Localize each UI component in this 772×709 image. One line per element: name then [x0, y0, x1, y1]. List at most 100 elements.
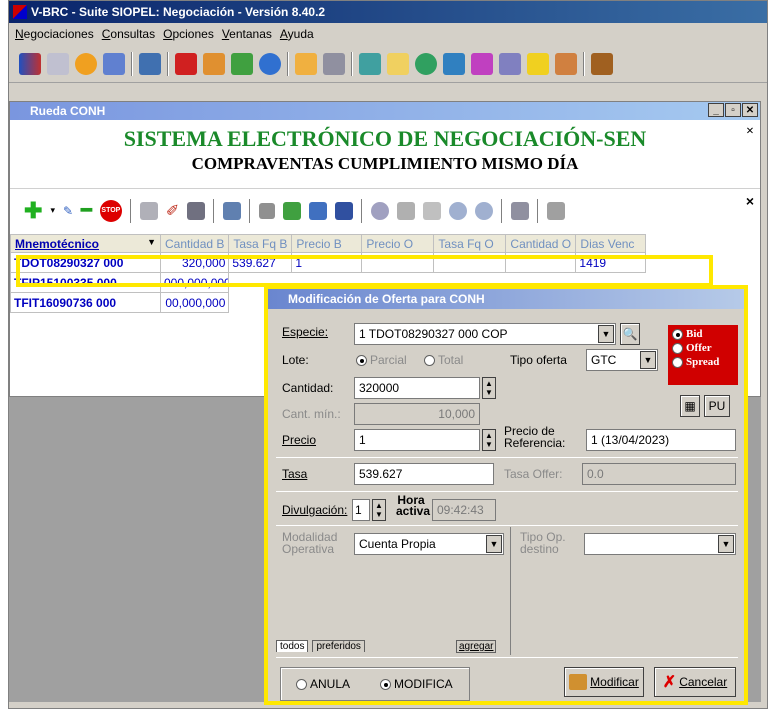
settings-icon[interactable]	[371, 201, 390, 220]
lote-label: Lote:	[282, 353, 309, 367]
bar-chart-icon[interactable]	[335, 201, 354, 220]
minimize-button[interactable]: _	[708, 103, 724, 117]
modifica-radio[interactable]: MODIFICA	[380, 677, 453, 691]
calculator-icon[interactable]	[511, 201, 530, 220]
tipo-oferta-label: Tipo oferta	[510, 353, 567, 367]
col-cantidad-b[interactable]: Cantidad B	[159, 234, 230, 253]
columns-icon[interactable]	[223, 201, 242, 220]
coins-icon[interactable]	[75, 52, 97, 75]
bid-radio[interactable]: Bid	[672, 328, 734, 340]
modalidad-label: Modalidad Operativa	[282, 530, 338, 556]
graduation-icon[interactable]	[499, 52, 521, 75]
anula-radio[interactable]: ANULA	[296, 677, 350, 691]
close-button[interactable]: ✕	[742, 103, 758, 117]
minus-icon[interactable]: ━	[81, 200, 92, 221]
flag-icon[interactable]	[443, 52, 465, 75]
square-icon[interactable]	[259, 202, 276, 219]
filter-icon[interactable]	[547, 201, 566, 220]
divulgacion-stepper[interactable]: ▲ ▼	[372, 499, 386, 521]
add-icon[interactable]: ✚	[24, 198, 42, 224]
transfer-icon[interactable]	[397, 201, 416, 220]
grid-close-icon[interactable]: ×	[746, 193, 754, 209]
list-icon[interactable]	[139, 52, 161, 75]
dropdown-arrow-icon[interactable]: ▾	[50, 205, 55, 216]
tab-preferidos[interactable]: preferidos	[312, 640, 365, 652]
tag-icon[interactable]	[423, 201, 442, 220]
cell-cantidad-b: 00,000,000	[159, 292, 230, 313]
chevron-down-icon: ▼	[486, 535, 502, 553]
menubar: Negociaciones Consultas Opciones Ventana…	[9, 23, 767, 45]
line-chart-icon[interactable]	[309, 201, 328, 220]
cantidad-stepper[interactable]: ▲ ▼	[482, 377, 496, 399]
users-icon[interactable]	[203, 52, 225, 75]
table-icon[interactable]	[103, 52, 125, 75]
search-icon[interactable]: 🔍	[620, 323, 640, 345]
col-precio-b[interactable]: Precio B	[291, 234, 363, 253]
transfer-icon[interactable]	[359, 52, 381, 75]
modificar-button[interactable]: Modificar	[564, 667, 644, 697]
col-precio-o[interactable]: Precio O	[361, 234, 435, 253]
toolbar-separator	[131, 51, 133, 76]
menu-consultas[interactable]: Consultas	[102, 27, 155, 41]
tasa-input[interactable]: 539.627	[354, 463, 494, 485]
modalidad-select[interactable]: Cuenta Propia ▼	[354, 533, 504, 555]
edit-icon[interactable]: ✎	[63, 204, 73, 218]
calculator-icon[interactable]	[323, 52, 345, 75]
printer-icon[interactable]	[47, 52, 69, 75]
cant-min-field: 10,000	[354, 403, 480, 425]
exit-door-icon[interactable]	[591, 52, 613, 75]
hand-icon[interactable]	[139, 201, 158, 220]
app-titlebar: V-BRC - Suite SIOPEL: Negociación - Vers…	[9, 1, 767, 23]
divulgacion-input[interactable]: 1	[352, 499, 370, 521]
precio-input[interactable]: 1	[354, 429, 480, 451]
cant-min-label: Cant. mín.:	[282, 407, 341, 421]
zoom-out-icon[interactable]	[475, 201, 494, 220]
menu-ayuda[interactable]: Ayuda	[280, 27, 314, 41]
stop-icon[interactable]: STOP	[99, 199, 122, 222]
precio-stepper[interactable]: ▲ ▼	[482, 429, 496, 451]
tag-icon[interactable]	[387, 52, 409, 75]
calculator-button[interactable]: ▦	[680, 395, 700, 417]
agregar-button[interactable]: agregar	[456, 640, 497, 653]
leaf-icon[interactable]	[283, 201, 302, 220]
col-mnemotecnico[interactable]: Mnemotécnico ▼	[10, 234, 161, 253]
banner-close-icon[interactable]: ×	[746, 124, 754, 140]
pu-button[interactable]: PU	[704, 395, 730, 417]
toolbar-separator	[351, 51, 353, 76]
chart-icon[interactable]	[471, 52, 493, 75]
exchange-icon[interactable]	[19, 52, 41, 75]
col-tasa-o[interactable]: Tasa Fq O	[433, 234, 507, 253]
lote-parcial-radio[interactable]: Parcial	[356, 353, 407, 367]
col-tasa-b[interactable]: Tasa Fq B	[228, 234, 293, 253]
leaf-icon[interactable]	[231, 52, 253, 75]
star-icon[interactable]	[527, 52, 549, 75]
pencil-icon[interactable]: ✐	[166, 201, 179, 221]
col-cantidad-o[interactable]: Cantidad O	[505, 234, 577, 253]
tipo-oferta-select[interactable]: GTC ▼	[586, 349, 658, 371]
tab-todos[interactable]: todos	[276, 640, 309, 652]
people-icon[interactable]	[555, 52, 577, 75]
spread-radio[interactable]: Spread	[672, 356, 734, 368]
divider	[276, 491, 738, 492]
toolbar-separator	[583, 51, 585, 76]
refresh-icon[interactable]	[415, 52, 437, 75]
offer-radio[interactable]: Offer	[672, 342, 734, 354]
especie-select[interactable]: 1 TDOT08290327 000 COP ▼	[354, 323, 616, 345]
banner-title: SISTEMA ELECTRÓNICO DE NEGOCIACIÓN-SEN	[123, 126, 647, 151]
cancel-x-icon: ✗	[662, 674, 677, 691]
menu-opciones[interactable]: Opciones	[163, 27, 214, 41]
col-dias-venc[interactable]: Dias Venc	[575, 234, 647, 253]
lock-icon[interactable]	[295, 52, 317, 75]
tipo-op-label: Tipo Op. destino	[520, 530, 566, 556]
restore-button[interactable]: ▫	[725, 103, 741, 117]
report-icon[interactable]	[175, 52, 197, 75]
save-icon[interactable]	[187, 201, 206, 220]
globe-icon[interactable]	[259, 52, 281, 75]
lote-total-radio[interactable]: Total	[424, 353, 463, 367]
cancelar-button[interactable]: ✗ Cancelar	[654, 667, 736, 697]
menu-negociaciones[interactable]: Negociaciones	[15, 27, 94, 41]
tipo-op-select[interactable]: ▼	[584, 533, 736, 555]
menu-ventanas[interactable]: Ventanas	[222, 27, 272, 41]
cantidad-input[interactable]: 320000	[354, 377, 480, 399]
zoom-in-icon[interactable]	[449, 201, 468, 220]
